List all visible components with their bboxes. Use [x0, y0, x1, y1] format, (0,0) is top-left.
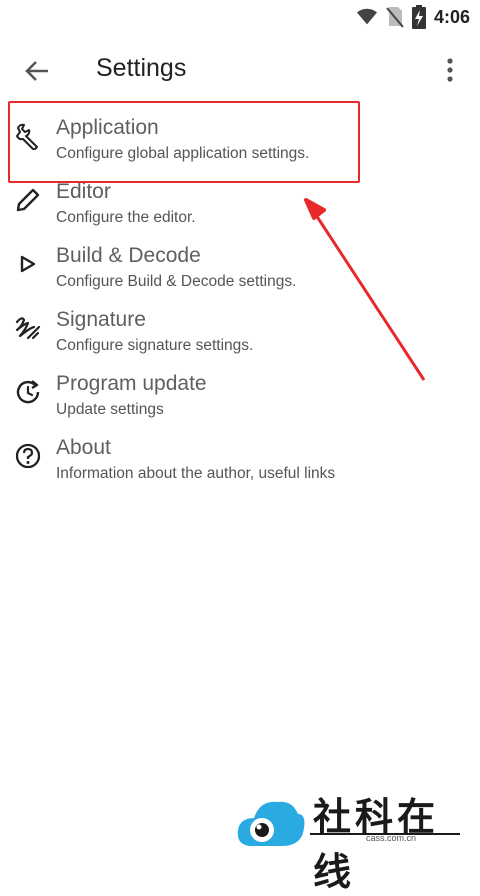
item-label: About — [56, 436, 111, 459]
clock: 4:06 — [433, 6, 470, 27]
watermark-subtext: cass.com.cn — [366, 833, 417, 843]
item-subtitle: Configure Build & Decode settings. — [56, 273, 297, 290]
battery-charging-icon — [411, 5, 426, 29]
status-bar: 4:06 — [0, 0, 480, 34]
item-subtitle: Configure the editor. — [56, 209, 196, 226]
settings-item-program-update[interactable]: Program update Update settings — [0, 358, 480, 422]
settings-item-build-decode[interactable]: Build & Decode Configure Build & Decode … — [0, 230, 480, 294]
help-icon — [15, 443, 41, 469]
update-icon — [16, 380, 40, 404]
item-label: Program update — [56, 372, 207, 395]
settings-item-about[interactable]: About Information about the author, usef… — [0, 422, 480, 486]
item-subtitle: Configure signature settings. — [56, 337, 254, 354]
item-subtitle: Information about the author, useful lin… — [56, 465, 336, 482]
highlight-box — [8, 101, 360, 183]
item-label: Editor — [56, 180, 111, 203]
play-icon — [20, 255, 36, 273]
item-label: Signature — [56, 308, 146, 331]
page-title: Settings — [96, 54, 187, 82]
wifi-icon — [356, 8, 378, 25]
item-subtitle: Update settings — [56, 401, 164, 418]
signature-icon — [15, 317, 41, 340]
item-label: Build & Decode — [56, 244, 201, 267]
more-vert-icon[interactable] — [440, 54, 460, 86]
app-bar: Settings — [0, 34, 480, 106]
back-arrow-icon[interactable] — [22, 56, 52, 86]
no-sim-icon — [386, 7, 404, 28]
settings-item-signature[interactable]: Signature Configure signature settings. — [0, 294, 480, 358]
pencil-icon — [16, 188, 40, 212]
